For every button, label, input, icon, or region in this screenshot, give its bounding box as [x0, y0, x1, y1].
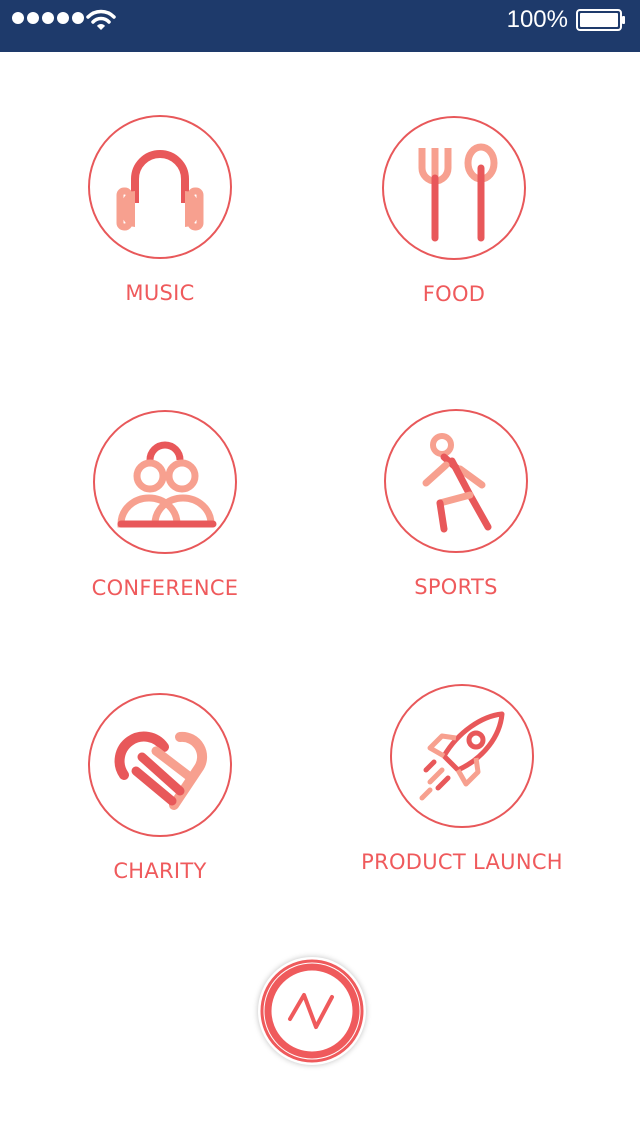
category-label: FOOD	[422, 282, 486, 306]
music-circle	[88, 115, 232, 259]
category-product-launch[interactable]: PRODUCT LAUNCH	[352, 684, 572, 874]
category-label: CHARITY	[113, 859, 207, 883]
heart-hands-icon	[114, 731, 208, 810]
category-charity[interactable]: CHARITY	[50, 693, 270, 883]
category-sports[interactable]: SPORTS	[346, 409, 566, 599]
logo-button[interactable]	[258, 957, 366, 1065]
fork-spoon-icon	[418, 143, 498, 242]
category-label: SPORTS	[414, 575, 498, 599]
walking-person-icon	[422, 433, 492, 533]
people-group-icon	[117, 441, 217, 528]
headphones-icon	[116, 150, 204, 231]
category-label: CONFERENCE	[91, 576, 239, 600]
wifi-icon	[86, 9, 116, 30]
rocket-icon	[419, 711, 505, 801]
category-label: MUSIC	[125, 281, 195, 305]
category-label: PRODUCT LAUNCH	[361, 850, 563, 874]
conference-circle	[93, 410, 237, 554]
battery-icon	[576, 9, 625, 31]
food-circle	[382, 116, 526, 260]
battery-percentage: 100%	[506, 6, 568, 33]
signal-dots-icon	[12, 12, 84, 24]
status-bar: 100%	[0, 0, 640, 52]
category-conference[interactable]: CONFERENCE	[55, 410, 275, 600]
charity-circle	[88, 693, 232, 837]
brand-logo-icon	[260, 959, 364, 1063]
sports-circle	[384, 409, 528, 553]
category-food[interactable]: FOOD	[344, 116, 564, 306]
category-music[interactable]: MUSIC	[50, 115, 270, 305]
product-launch-circle	[390, 684, 534, 828]
